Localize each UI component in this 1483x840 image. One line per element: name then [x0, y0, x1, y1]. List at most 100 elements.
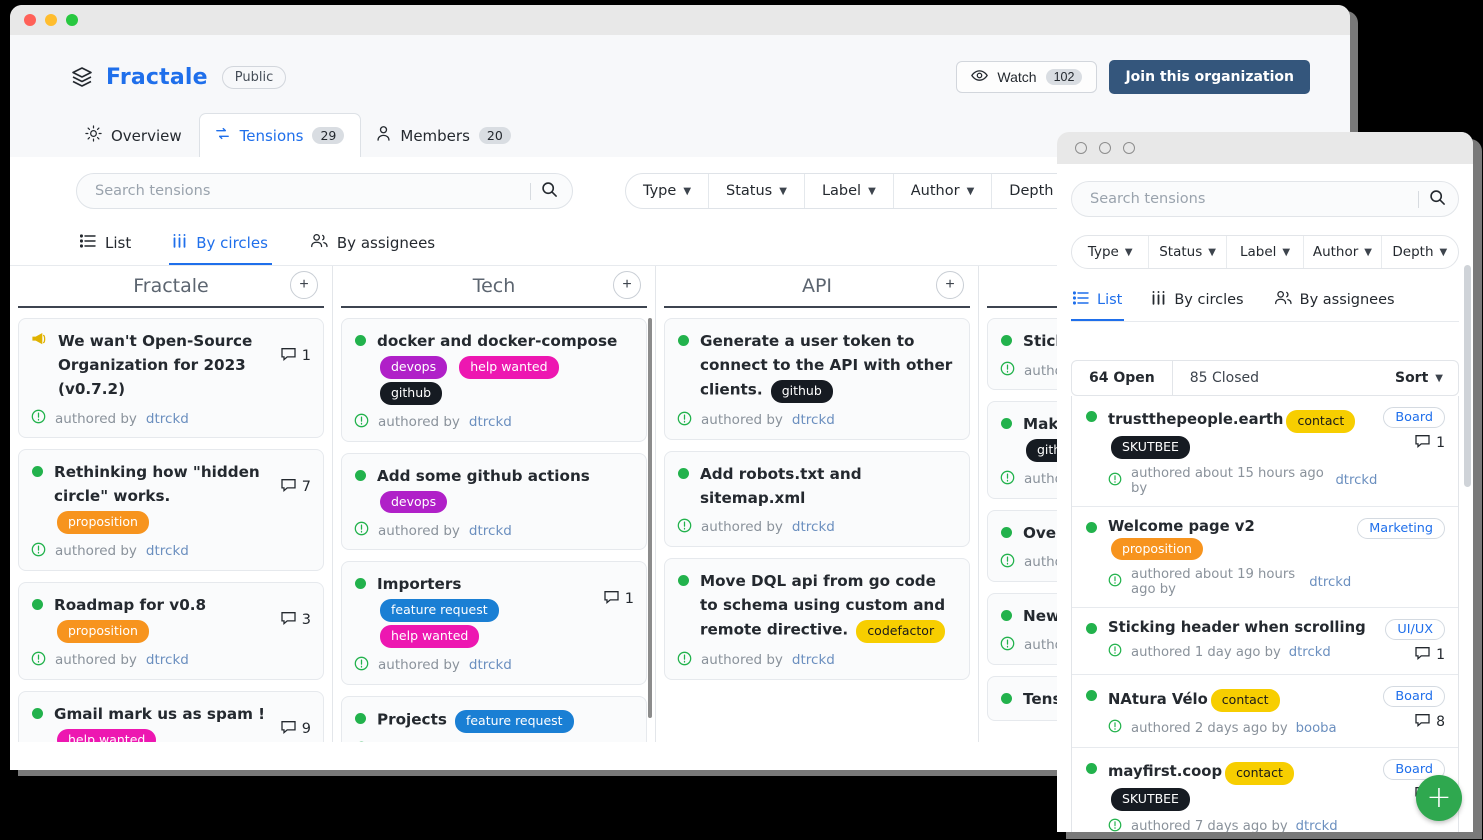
tension-card[interactable]: docker and docker-compose devops help wa…: [341, 318, 647, 442]
author-link[interactable]: dtrckd: [1296, 819, 1338, 832]
author-link[interactable]: dtrckd: [469, 657, 512, 673]
create-tension-fab[interactable]: +: [1416, 775, 1462, 821]
tag-proposition[interactable]: proposition: [57, 619, 149, 643]
author-link[interactable]: dtrckd: [792, 652, 835, 668]
tag-devops[interactable]: devops: [380, 490, 448, 514]
author-link[interactable]: dtrckd: [469, 523, 512, 539]
overlay-search-box[interactable]: [1071, 181, 1459, 217]
overlay-tension-list: trustthepeople.earth contact SKUTBEE aut…: [1071, 396, 1459, 832]
tab-members[interactable]: Members 20: [361, 113, 527, 157]
author-link[interactable]: dtrckd: [792, 412, 835, 428]
tag-github[interactable]: github: [770, 380, 833, 403]
tension-card[interactable]: Add some github actions devops authored …: [341, 452, 647, 551]
tension-card[interactable]: Gmail mark us as spam ! help wanted 9: [18, 690, 324, 742]
overlay-filter-type[interactable]: Type ▼: [1072, 236, 1150, 268]
tension-card[interactable]: Roadmap for v0.8 proposition 3 authored …: [18, 581, 324, 680]
add-tension-button[interactable]: +: [290, 271, 318, 299]
tag-help-wanted[interactable]: help wanted: [380, 625, 480, 648]
author-link[interactable]: dtrckd: [1335, 473, 1377, 488]
overlay-view-tab-by-assignees[interactable]: By assignees: [1272, 285, 1397, 321]
search-divider: [530, 182, 531, 200]
tag-help-wanted[interactable]: help wanted: [57, 728, 157, 742]
close-icon[interactable]: [1075, 142, 1087, 154]
board-column-header: API +: [664, 266, 970, 308]
tag-github[interactable]: github: [380, 381, 443, 405]
overlay-filter-author[interactable]: Author ▼: [1304, 236, 1382, 268]
filter-type[interactable]: Type ▼: [626, 174, 710, 208]
maximize-icon[interactable]: [66, 14, 78, 26]
overlay-search-input[interactable]: [1090, 191, 1414, 207]
tag-codefactor[interactable]: codefactor: [856, 619, 946, 643]
search-input[interactable]: [95, 183, 526, 199]
tension-card[interactable]: Projects feature request authored by dtr…: [341, 695, 647, 742]
maximize-icon[interactable]: [1123, 142, 1135, 154]
author-link[interactable]: dtrckd: [146, 652, 189, 668]
view-tab-list[interactable]: List: [76, 226, 135, 265]
tab-overview[interactable]: Overview: [70, 113, 199, 157]
tag-help-wanted[interactable]: help wanted: [459, 356, 559, 379]
tab-open-tensions[interactable]: 64 Open: [1072, 361, 1173, 395]
minimize-icon[interactable]: [45, 14, 57, 26]
join-organization-button[interactable]: Join this organization: [1109, 60, 1310, 94]
tag-feature-request[interactable]: feature request: [380, 599, 499, 623]
author-link[interactable]: dtrckd: [792, 519, 835, 535]
search-icon[interactable]: [541, 181, 558, 202]
search-icon[interactable]: [1429, 189, 1446, 210]
org-name[interactable]: Fractale: [106, 65, 208, 90]
tag-skutbee[interactable]: SKUTBEE: [1111, 787, 1190, 811]
author-link[interactable]: dtrckd: [146, 411, 189, 427]
overlay-view-tab-by-circles[interactable]: By circles: [1150, 286, 1245, 321]
tab-closed-tensions[interactable]: 85 Closed: [1173, 361, 1276, 395]
watch-button[interactable]: Watch 102: [956, 61, 1098, 93]
tension-card[interactable]: Rethinking how "hidden circle" works. pr…: [18, 449, 324, 571]
add-tension-button[interactable]: +: [613, 271, 641, 299]
list-item[interactable]: Sticking header when scrolling authored …: [1072, 608, 1458, 676]
author-link[interactable]: dtrckd: [1309, 575, 1351, 590]
author-link[interactable]: dtrckd: [469, 414, 512, 430]
tag-proposition[interactable]: proposition: [1111, 537, 1203, 561]
tag-contact[interactable]: contact: [1210, 689, 1280, 712]
filter-author[interactable]: Author ▼: [894, 174, 993, 208]
overlay-filter-depth[interactable]: Depth ▼: [1382, 236, 1458, 268]
overlay-view-tab-list[interactable]: List: [1071, 286, 1125, 321]
view-tab-by-circles[interactable]: By circles: [169, 226, 272, 265]
sort-button[interactable]: Sort ▼: [1395, 370, 1458, 386]
filter-status[interactable]: Status ▼: [709, 174, 805, 208]
author-link[interactable]: dtrckd: [1289, 645, 1331, 660]
minimize-icon[interactable]: [1099, 142, 1111, 154]
circle-badge[interactable]: Board: [1383, 686, 1445, 708]
close-icon[interactable]: [24, 14, 36, 26]
search-box[interactable]: [76, 173, 573, 209]
tag-contact[interactable]: contact: [1225, 762, 1294, 785]
view-tab-by-assignees[interactable]: By assignees: [306, 225, 439, 265]
circle-badge[interactable]: UI/UX: [1385, 619, 1445, 641]
tension-card[interactable]: We wan't Open-Source Organization for 20…: [18, 318, 324, 439]
tag-devops[interactable]: devops: [380, 356, 448, 379]
add-tension-button[interactable]: +: [936, 271, 964, 299]
list-item[interactable]: mayfirst.coop contact SKUTBEE authored 7…: [1072, 748, 1458, 832]
list-item[interactable]: NAtura Vélo contact authored 2 days ago …: [1072, 675, 1458, 748]
comment-count-value: 3: [301, 611, 311, 628]
overlay-scrollbar[interactable]: [1464, 265, 1471, 487]
circle-badge[interactable]: Marketing: [1357, 517, 1445, 539]
filter-label-label: Label: [821, 183, 862, 199]
tag-feature-request[interactable]: feature request: [454, 709, 574, 733]
circle-badge[interactable]: Board: [1383, 407, 1445, 428]
tension-card[interactable]: Generate a user token to connect to the …: [664, 318, 970, 440]
author-link[interactable]: booba: [1296, 721, 1337, 736]
list-item[interactable]: Welcome page v2 proposition authored abo…: [1072, 507, 1458, 609]
tab-tensions[interactable]: Tensions 29: [198, 113, 362, 157]
filter-type-label: Type: [643, 183, 677, 199]
author-link[interactable]: dtrckd: [146, 543, 189, 559]
tag-contact[interactable]: contact: [1286, 410, 1356, 433]
tension-card[interactable]: Move DQL api from go code to schema usin…: [664, 557, 970, 680]
overlay-filter-status[interactable]: Status ▼: [1149, 236, 1227, 268]
tension-card[interactable]: Importers feature request help wanted 1 …: [341, 561, 647, 685]
list-item[interactable]: trustthepeople.earth contact SKUTBEE aut…: [1072, 396, 1458, 507]
overlay-filter-label[interactable]: Label ▼: [1227, 236, 1305, 268]
column-scrollbar[interactable]: [648, 318, 652, 718]
tension-card[interactable]: Add robots.txt and sitemap.xml authored …: [664, 450, 970, 547]
tag-skutbee[interactable]: SKUTBEE: [1111, 435, 1190, 459]
tag-proposition[interactable]: proposition: [57, 511, 149, 534]
filter-label[interactable]: Label ▼: [805, 174, 894, 208]
